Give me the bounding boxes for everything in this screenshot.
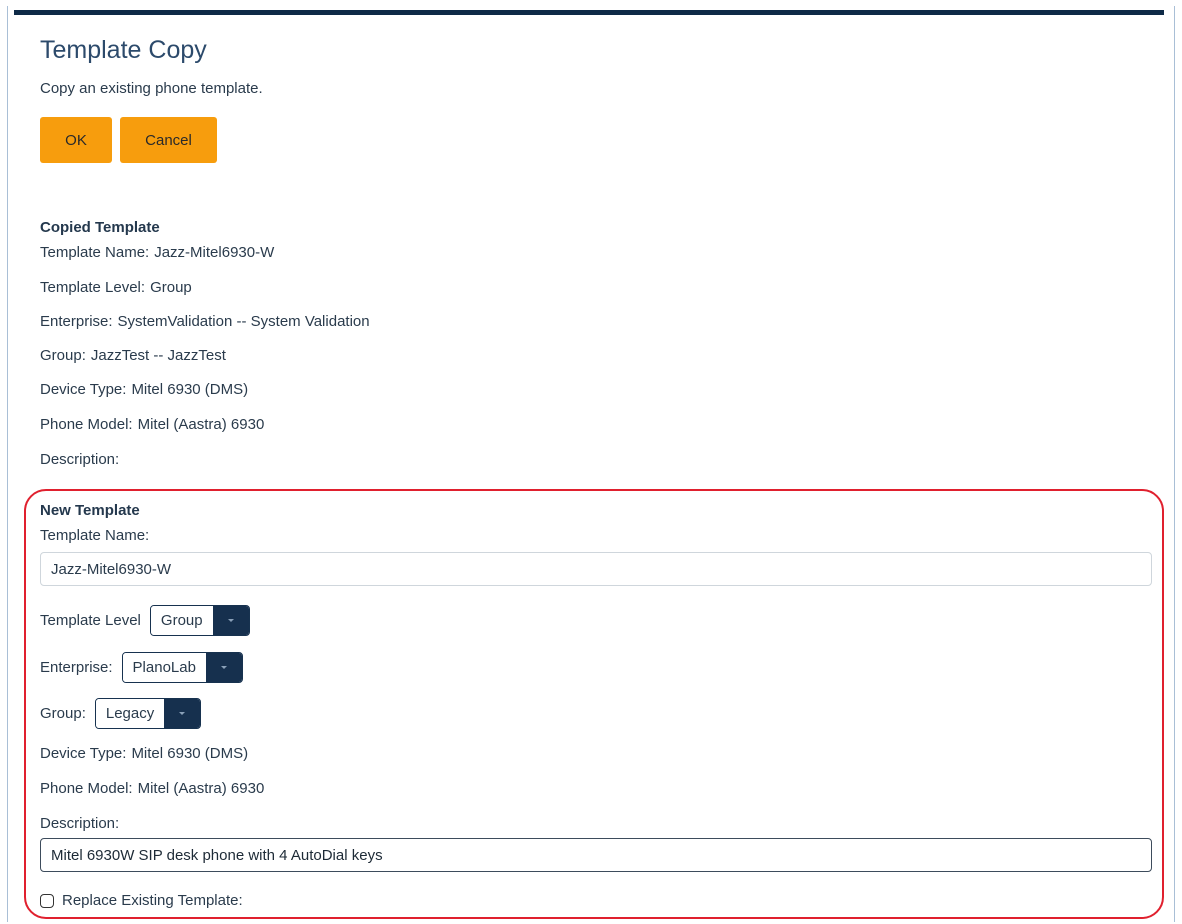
enterprise-row: Enterprise: PlanoLab [40,652,243,683]
field-value: JazzTest -- JazzTest [90,347,226,364]
dropdown-button[interactable] [205,653,242,682]
enterprise-select[interactable]: PlanoLab [121,652,243,683]
phone-model-row: Phone Model: Mitel (Aastra) 6930 [40,780,264,797]
field-label: Phone Model: [40,416,133,433]
page-title: Template Copy [40,36,207,64]
copied-template-name-row: Template Name: Jazz-Mitel6930-W [40,244,274,261]
copied-template-level-row: Template Level: Group [40,279,192,296]
field-value: Mitel (Aastra) 6930 [137,780,265,797]
field-label: Enterprise: [40,313,113,330]
template-name-input[interactable] [40,552,1152,586]
copied-group-row: Group: JazzTest -- JazzTest [40,347,226,364]
copied-description-row: Description: [40,451,124,468]
field-label: Device Type: [40,745,127,762]
field-value: Jazz-Mitel6930-W [154,244,275,261]
template-level-label: Template Level [40,612,141,629]
dropdown-button[interactable] [164,699,201,728]
description-input[interactable] [40,838,1152,872]
field-label: Device Type: [40,381,127,398]
field-value: Group [150,279,192,296]
enterprise-label: Enterprise: [40,659,113,676]
chevron-down-icon [227,619,234,622]
template-level-select[interactable]: Group [149,605,250,636]
dropdown-button[interactable] [212,606,249,635]
group-row: Group: Legacy [40,698,202,729]
template-level-row: Template Level Group [40,605,250,636]
replace-existing-row: Replace Existing Template: [40,892,243,909]
field-label: Group: [40,347,86,364]
group-label: Group: [40,705,86,722]
cancel-button[interactable]: Cancel [120,117,217,163]
template-level-value: Group [150,606,213,635]
enterprise-value: PlanoLab [122,653,206,682]
replace-existing-checkbox[interactable] [40,893,54,908]
replace-existing-label[interactable]: Replace Existing Template: [62,892,243,909]
ok-button[interactable]: OK [40,117,112,163]
group-value: Legacy [95,699,165,728]
field-label: Template Level: [40,279,146,296]
header-bar [14,10,1164,15]
chevron-down-icon [179,712,186,715]
new-template-heading: New Template [40,502,140,519]
field-value: Mitel 6930 (DMS) [131,745,249,762]
field-value: Mitel (Aastra) 6930 [137,416,265,433]
page-subtitle: Copy an existing phone template. [40,80,263,97]
field-label: Description: [40,451,120,468]
field-label: Template Name: [40,244,150,261]
template-name-label: Template Name: [40,527,150,544]
chevron-down-icon [220,666,227,669]
copied-enterprise-row: Enterprise: SystemValidation -- System Va… [40,313,370,330]
field-label: Phone Model: [40,780,133,797]
field-value: SystemValidation -- System Validation [117,313,370,330]
field-value: Mitel 6930 (DMS) [131,381,249,398]
copied-device-type-row: Device Type: Mitel 6930 (DMS) [40,381,248,398]
copied-phone-model-row: Phone Model: Mitel (Aastra) 6930 [40,416,264,433]
device-type-row: Device Type: Mitel 6930 (DMS) [40,745,248,762]
copied-template-heading: Copied Template [40,219,160,236]
description-label: Description: [40,815,120,832]
group-select[interactable]: Legacy [94,698,202,729]
